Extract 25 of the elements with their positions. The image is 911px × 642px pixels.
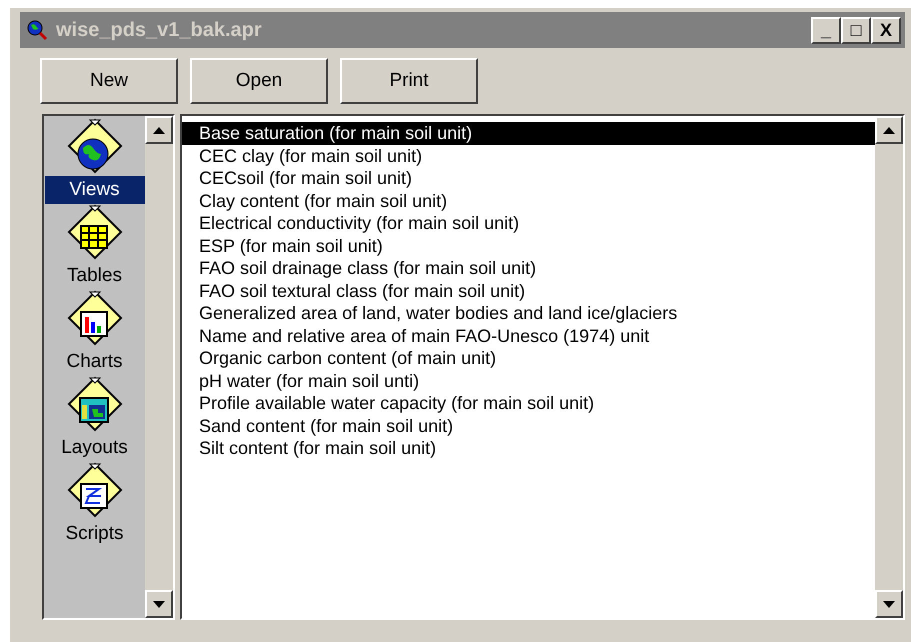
document-type-label[interactable]: Charts (44, 348, 144, 376)
window-title: wise_pds_v1_bak.apr (56, 18, 263, 42)
document-type-label[interactable]: Layouts (44, 434, 144, 462)
up-arrow-icon (883, 126, 895, 134)
scroll-down-button[interactable] (145, 590, 173, 618)
scroll-down-button[interactable] (875, 590, 903, 618)
document-type-label[interactable]: Tables (44, 262, 144, 290)
magnifier-globe-icon (26, 19, 48, 41)
scroll-bar[interactable] (145, 116, 173, 618)
scroll-up-button[interactable] (875, 116, 903, 144)
down-arrow-icon (153, 600, 165, 608)
down-arrow-icon (883, 600, 895, 608)
document-type-label[interactable]: Views (44, 176, 144, 204)
up-arrow-icon (153, 126, 165, 134)
close-button[interactable]: X (871, 16, 901, 44)
toolbar-button[interactable]: Print (340, 58, 478, 104)
list-item[interactable]: Base saturation (for main soil unit) (182, 122, 875, 144)
scroll-bar[interactable] (875, 116, 903, 618)
list-item[interactable]: CEC clay (for main soil unit) (182, 144, 875, 167)
scroll-up-button[interactable] (145, 116, 173, 144)
maximize-button[interactable]: □ (841, 16, 871, 44)
toolbar-button[interactable]: New (40, 58, 178, 104)
minimize-button[interactable]: _ (811, 16, 841, 44)
document-type-label[interactable]: Scripts (44, 520, 144, 548)
toolbar-button[interactable]: Open (190, 58, 328, 104)
